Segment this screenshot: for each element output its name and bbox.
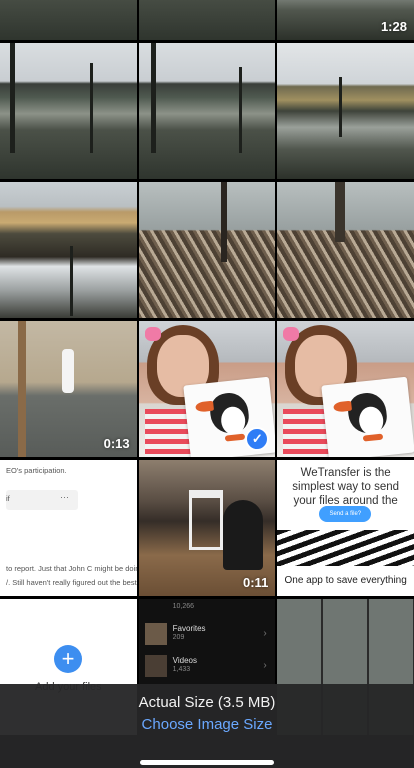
photo-thumbnail[interactable] — [277, 182, 414, 318]
video-thumbnail[interactable]: 1:28 — [277, 0, 414, 40]
video-duration: 0:11 — [243, 575, 269, 590]
photo-thumbnail[interactable] — [0, 43, 137, 179]
video-thumbnail[interactable]: 0:13 — [0, 321, 137, 457]
photo-thumbnail-selected[interactable]: ✓ — [138, 321, 276, 457]
screenshot-thumbnail[interactable]: WeTransfer is the simplest way to send y… — [277, 460, 414, 596]
plus-icon: + — [54, 645, 82, 673]
choose-image-size-button[interactable]: Choose Image Size — [0, 716, 414, 733]
photo-thumbnail[interactable] — [277, 321, 414, 457]
home-indicator[interactable] — [140, 760, 274, 765]
chevron-right-icon: › — [263, 628, 267, 639]
photo-thumbnail[interactable] — [277, 43, 414, 179]
video-duration: 0:13 — [103, 436, 130, 451]
album-row: Videos 1,433 › — [144, 655, 271, 679]
photo-thumbnail[interactable] — [138, 43, 276, 179]
send-file-button: Send a file? — [319, 506, 372, 522]
photo-thumbnail[interactable] — [0, 0, 137, 40]
image-size-sheet: Actual Size (3.5 MB) Choose Image Size — [0, 684, 414, 768]
photo-grid: 1:28 0:13 ✓ EO's participation. if ··· t… — [0, 0, 414, 735]
photo-thumbnail[interactable] — [0, 182, 137, 318]
screenshot-thumbnail[interactable]: EO's participation. if ··· to report. Ju… — [0, 460, 137, 596]
chevron-right-icon: › — [263, 660, 267, 671]
album-row: Favorites 209 › — [144, 623, 271, 647]
image-size-label: Actual Size (3.5 MB) — [138, 694, 276, 711]
video-thumbnail[interactable]: 0:11 — [138, 460, 276, 596]
photo-thumbnail[interactable] — [138, 0, 276, 40]
photo-thumbnail[interactable] — [138, 182, 276, 318]
video-duration: 1:28 — [380, 19, 407, 34]
